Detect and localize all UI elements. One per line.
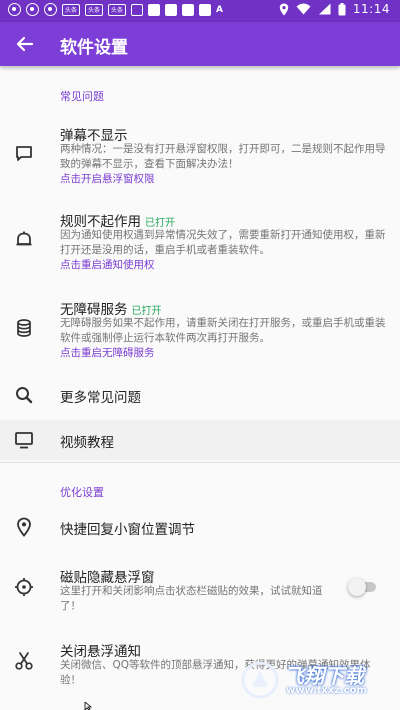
setting-item-title: 视频教程: [60, 435, 114, 451]
app-notification-icon: [199, 3, 212, 16]
app-notification-icon: [148, 3, 161, 16]
setting-item-title: 快捷回复小窗位置调节: [60, 522, 195, 538]
back-button[interactable]: [10, 30, 38, 58]
monitor-icon: [15, 432, 33, 449]
app-notification-icon: [131, 3, 144, 16]
setting-item-more-faq[interactable]: 更多常见问题: [0, 378, 400, 412]
setting-item-description: 无障碍服务如果不起作用，请重新关闭在打开服务，或重启手机或重装软件或强制停止运行…: [60, 317, 386, 344]
tile-hide-toggle[interactable]: [348, 578, 378, 596]
page-title: 软件设置: [60, 38, 128, 58]
setting-item-description: 两种情况：一是没有打开悬浮窗权限，打开即可，二是规则不起作用导致的弹幕不显示，查…: [60, 143, 386, 170]
signal-icon: [318, 3, 331, 15]
crosshair-icon: [15, 578, 33, 596]
location-pin-icon: [17, 517, 31, 537]
status-notification-icons: 头条 头条 头条 A: [8, 3, 223, 16]
arrow-left-icon: [16, 36, 34, 52]
toggle-thumb: [348, 578, 366, 596]
restart-accessibility-service-link[interactable]: 点击重启无障碍服务: [60, 345, 155, 360]
setting-item-title: 弹幕不显示: [60, 128, 128, 144]
setting-item-video-tutorial[interactable]: 视频教程: [0, 420, 400, 460]
enable-overlay-permission-link[interactable]: 点击开启悬浮窗权限: [60, 171, 155, 186]
app-notification-icon: [165, 3, 178, 16]
app-notification-icon: [182, 3, 195, 16]
setting-item-danmu[interactable]: 弹幕不显示 两种情况：一是没有打开悬浮窗权限，打开即可，二是规则不起作用导致的弹…: [0, 118, 400, 196]
news-badge: 头条: [108, 3, 127, 16]
app-notification-icon: [44, 3, 57, 16]
setting-item-title: 磁贴隐藏悬浮窗: [60, 570, 155, 586]
section-header-faq: 常见问题: [60, 90, 104, 103]
cursor-icon: [84, 702, 93, 710]
status-system-icons: 11:14: [279, 2, 390, 16]
status-time: 11:14: [352, 2, 390, 16]
setting-item-description: 因为通知使用权遇到异常情况失效了，需要重新打开通知使用权，重新打开还是没用的话，…: [60, 229, 386, 256]
setting-item-title-wrap: 无障碍服务 已打开: [60, 298, 162, 318]
wifi-icon: [296, 3, 311, 15]
watermark-logo-icon: [241, 661, 279, 699]
status-bar: 头条 头条 头条 A 11:14: [0, 0, 400, 22]
app-bar: 软件设置: [0, 22, 400, 66]
scissors-icon: [15, 652, 33, 670]
database-icon: [17, 319, 31, 337]
status-extra-label: A: [216, 4, 224, 15]
battery-icon: [338, 2, 346, 15]
setting-item-tile-hide-float[interactable]: 磁贴隐藏悬浮窗 这里打开和关闭影响点击状态栏磁贴的效果，试试就知道了！: [0, 560, 400, 616]
search-icon: [16, 387, 33, 404]
section-divider: [0, 462, 400, 463]
setting-item-title: 关闭悬浮通知: [60, 644, 141, 660]
watermark-url: www.fxxz.com: [286, 685, 367, 696]
news-badge: 头条: [62, 3, 81, 16]
message-icon: [16, 146, 32, 161]
setting-item-title-wrap: 规则不起作用 已打开: [60, 210, 175, 230]
setting-item-accessibility[interactable]: 无障碍服务 已打开 无障碍服务如果不起作用，请重新关闭在打开服务，或重启手机或重装…: [0, 292, 400, 370]
app-notification-icon: [8, 3, 21, 16]
setting-item-title: 更多常见问题: [60, 390, 141, 406]
setting-item-rules[interactable]: 规则不起作用 已打开 因为通知使用权遇到异常情况失效了，需要重新打开通知使用权，重…: [0, 204, 400, 282]
app-notification-icon: [26, 3, 39, 16]
site-watermark: 飞翔下载 www.fxxz.com: [240, 660, 390, 700]
setting-item-quick-reply-position[interactable]: 快捷回复小窗位置调节: [0, 510, 400, 544]
news-badge: 头条: [85, 3, 104, 16]
bell-icon: [16, 231, 32, 246]
location-icon: [279, 3, 289, 15]
section-header-optimization: 优化设置: [60, 486, 104, 499]
setting-item-description: 这里打开和关闭影响点击状态栏磁贴的效果，试试就知道了！: [60, 585, 323, 612]
restart-notification-access-link[interactable]: 点击重启通知使用权: [60, 257, 155, 272]
